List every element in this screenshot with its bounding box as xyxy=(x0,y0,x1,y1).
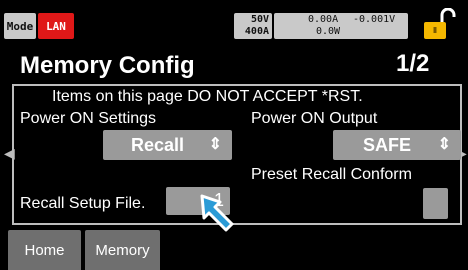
power-on-settings-select[interactable]: Recall ⇕ xyxy=(103,130,232,160)
range-indicator: 50V 400A xyxy=(234,13,272,39)
updown-chevron-icon: ⇕ xyxy=(208,136,222,153)
recall-setup-file-label: Recall Setup File. xyxy=(20,195,146,212)
measurement-readout: 0.00A -0.001V 0.0W xyxy=(274,13,408,39)
lock-icon[interactable] xyxy=(418,7,458,40)
preset-recall-confirm-checkbox[interactable] xyxy=(423,188,448,219)
power-on-output-label: Power ON Output xyxy=(251,110,378,127)
page-indicator: 1/2 xyxy=(396,50,430,77)
cursor-arrow-icon xyxy=(196,190,246,240)
lan-status-badge[interactable]: LAN xyxy=(38,13,74,39)
power-on-output-select[interactable]: SAFE ⇕ xyxy=(333,130,461,160)
tab-home[interactable]: Home xyxy=(8,230,81,270)
mode-button[interactable]: Mode xyxy=(4,13,36,39)
tab-memory[interactable]: Memory xyxy=(85,230,160,270)
current-range: 400A xyxy=(244,26,269,37)
updown-chevron-icon: ⇕ xyxy=(437,136,451,153)
page-title: Memory Config xyxy=(20,52,195,79)
power-on-settings-value: Recall xyxy=(131,135,185,155)
power-on-settings-label: Power ON Settings xyxy=(20,110,157,127)
measured-power: 0.0W xyxy=(316,26,341,37)
measured-voltage: -0.001V xyxy=(353,14,396,25)
voltage-range: 50V xyxy=(250,14,269,25)
preset-recall-confirm-label: Preset Recall Conform xyxy=(251,166,412,183)
power-on-output-value: SAFE xyxy=(363,135,412,155)
measured-current: 0.00A xyxy=(308,14,339,25)
rst-notice: Items on this page DO NOT ACCEPT *RST. xyxy=(52,88,363,105)
